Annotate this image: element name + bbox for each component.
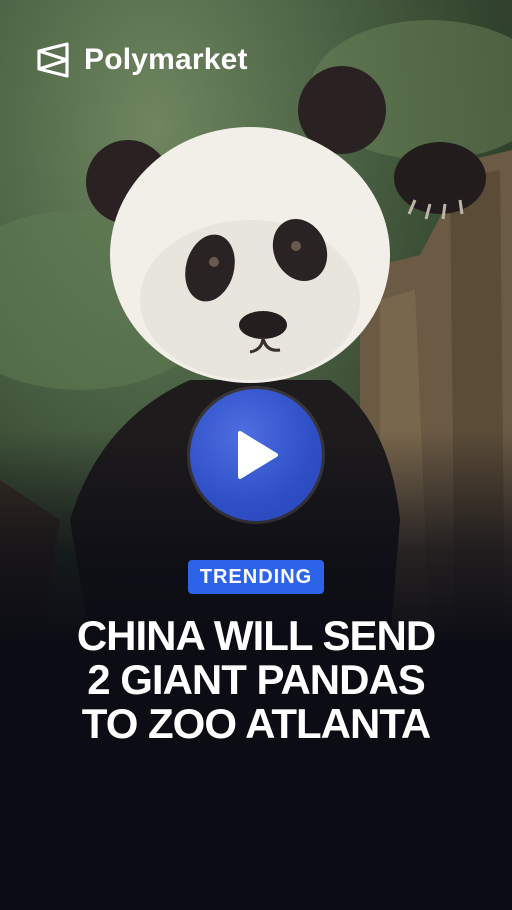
headline-line: 2 GIANT PANDAS	[87, 656, 426, 703]
headline-line: CHINA WILL SEND	[76, 612, 436, 659]
headline: CHINA WILL SEND 2 GIANT PANDAS TO ZOO AT…	[0, 614, 512, 746]
play-button[interactable]	[190, 389, 322, 521]
brand-header[interactable]: Polymarket	[36, 42, 248, 78]
brand-name: Polymarket	[84, 43, 248, 76]
story-card: Polymarket TRENDING CHINA WILL SEND 2 GI…	[0, 0, 512, 910]
polymarket-logo-icon	[37, 42, 69, 78]
play-icon	[238, 431, 278, 479]
headline-line: TO ZOO ATLANTA	[81, 700, 431, 747]
trending-badge: TRENDING	[188, 560, 324, 594]
